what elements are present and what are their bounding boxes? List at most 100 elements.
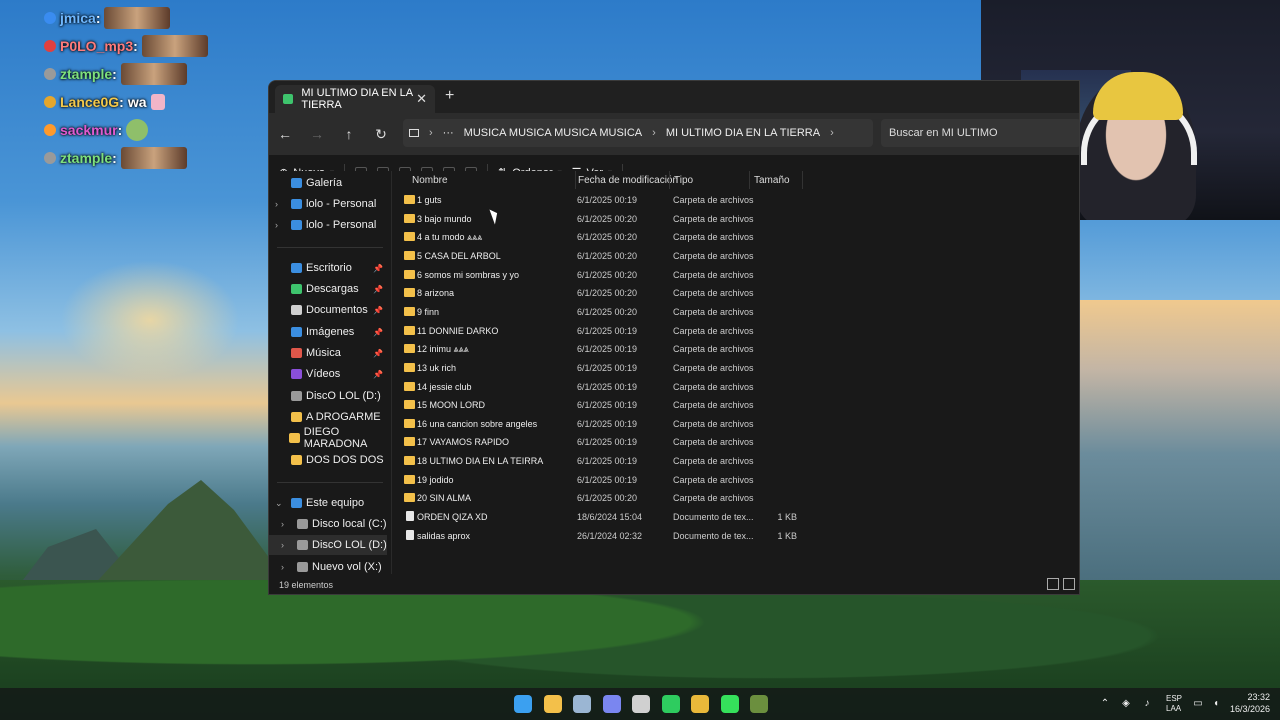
pig-emote <box>104 7 171 29</box>
chatgpt-icon[interactable] <box>632 695 650 713</box>
kick-icon[interactable] <box>720 695 739 713</box>
folder-row[interactable]: 15 MOON LORD 6/1/2025 00:19 Carpeta de arc… <box>402 396 802 414</box>
sidebar-item[interactable]: A DROGARME <box>269 407 387 427</box>
breadcrumb-overflow[interactable]: ··· <box>443 127 454 139</box>
minecraft-icon[interactable] <box>750 695 768 713</box>
sidebar-item[interactable]: › lolo - Personal <box>269 194 387 214</box>
sidebar-item[interactable]: › DiscO LOL (D:) <box>269 535 387 555</box>
file-type: Carpeta de archivos <box>673 437 754 448</box>
pin-icon: 📌 <box>373 263 383 273</box>
column-name[interactable]: Nombre <box>412 175 448 186</box>
sidebar-item[interactable]: Música 📌 <box>269 343 387 363</box>
folder-row[interactable]: 5 CASA DEL ARBOL 6/1/2025 00:20 Carpeta de… <box>402 247 802 265</box>
chrome-icon[interactable] <box>691 695 709 713</box>
column-type[interactable]: Tipo <box>674 175 693 186</box>
file-name: 1 guts <box>417 195 442 205</box>
sidebar-item[interactable]: Escritorio 📌 <box>269 258 387 278</box>
show-hidden-icons[interactable]: ⌃ <box>1099 698 1111 710</box>
close-tab-icon[interactable]: ✕ <box>416 91 427 107</box>
column-divider[interactable] <box>575 171 576 189</box>
chat-message: ztample: <box>44 60 264 88</box>
new-tab-button[interactable]: + <box>445 87 454 105</box>
folder-row[interactable]: 3 bajo mundo 6/1/2025 00:20 Carpeta de arc… <box>402 210 802 228</box>
folder-icon <box>404 232 415 242</box>
folder-row[interactable]: 18 ULTIMO DIA EN LA TEIRRA 6/1/2025 00:19… <box>402 452 802 470</box>
sidebar-item[interactable]: › Disco local (C:) <box>269 514 387 534</box>
chevron-icon[interactable]: › <box>281 540 293 550</box>
chevron-icon[interactable]: › <box>281 562 293 572</box>
column-divider[interactable] <box>802 171 803 189</box>
start-icon[interactable] <box>514 695 532 713</box>
folder-row[interactable]: 17 VAYAMOS RAPIDO 6/1/2025 00:19 Carpeta d… <box>402 433 802 451</box>
up-button[interactable]: ↑ <box>333 126 365 142</box>
file-explorer-icon[interactable] <box>543 695 562 713</box>
sidebar-item[interactable]: DiscO LOL (D:) <box>269 386 387 406</box>
discord-icon[interactable] <box>602 695 621 713</box>
file-name: 5 CASA DEL ARBOL <box>417 250 501 261</box>
chevron-icon[interactable]: › <box>281 519 293 529</box>
chevron-icon[interactable]: › <box>275 220 287 230</box>
spotify-icon[interactable] <box>661 695 680 713</box>
sidebar-item-label: Documentos <box>306 304 368 316</box>
folder-row[interactable]: 16 una cancion sobre angeles 6/1/2025 00:… <box>402 415 802 433</box>
chevron-icon[interactable]: › <box>275 199 287 209</box>
chat-text: wa <box>127 94 147 110</box>
chevron-icon[interactable]: ⌄ <box>275 498 287 509</box>
file-type: Carpeta de archivos <box>673 306 754 317</box>
volume-icon[interactable]: ◖ <box>1210 698 1222 710</box>
drive-icon <box>297 562 308 572</box>
file-row[interactable]: ORDEN QIZA XD 18/6/2024 15:04 Documento de… <box>402 508 802 526</box>
sidebar-item[interactable]: Documentos 📌 <box>269 300 387 320</box>
column-divider[interactable] <box>749 171 750 189</box>
tiles-view-icon[interactable] <box>1063 578 1075 590</box>
file-name: salidas aprox <box>417 530 471 541</box>
file-type: Carpeta de archivos <box>673 400 754 411</box>
folder-row[interactable]: 9 finn 6/1/2025 00:20 Carpeta de archivos <box>402 303 802 321</box>
search-input[interactable]: Buscar en MI ULTIMO <box>881 119 1079 147</box>
folder-row[interactable]: 8 arizona 6/1/2025 00:20 Carpeta de archiv… <box>402 284 802 302</box>
badge-icon <box>44 96 56 108</box>
breadcrumb-musica[interactable]: MUSICA MUSICA MUSICA MUSICA <box>464 127 642 139</box>
forward-button[interactable]: → <box>301 126 333 142</box>
column-date[interactable]: Fecha de modificación <box>578 175 678 186</box>
folder-icon <box>404 362 415 372</box>
folder-row[interactable]: 19 jodido 6/1/2025 00:19 Carpeta de archiv… <box>402 471 802 489</box>
folder-icon <box>291 412 302 422</box>
address-bar[interactable]: › ··· MUSICA MUSICA MUSICA MUSICA › MI U… <box>403 119 873 147</box>
sidebar-item[interactable]: DIEGO MARADONA <box>269 426 387 450</box>
sidebar-item[interactable]: DOS DOS DOS <box>269 450 387 470</box>
tab-current-folder[interactable]: MI ULTIMO DIA EN LA TIERRA ✕ <box>275 85 435 113</box>
language-indicator[interactable]: ESP LAA <box>1166 694 1182 714</box>
file-type: Carpeta de archivos <box>673 232 754 243</box>
breadcrumb-current[interactable]: MI ULTIMO DIA EN LA TIERRA <box>666 127 820 139</box>
sidebar-item[interactable]: › Nuevo vol (X:) <box>269 557 387 577</box>
folder-row[interactable]: 11 DONNIE DARKO 6/1/2025 00:19 Carpeta de … <box>402 322 802 340</box>
folder-row[interactable]: 20 SIN ALMA 6/1/2025 00:20 Carpeta de arch… <box>402 489 802 507</box>
security-icon[interactable]: ◈ <box>1120 698 1132 710</box>
folder-row[interactable]: 12 inimu ⩓⩓⩓ 6/1/2025 00:19 Carpeta de arc… <box>402 340 802 358</box>
sidebar-item[interactable]: ⌄ Este equipo <box>269 493 387 513</box>
sidebar-item[interactable]: › lolo - Personal <box>269 215 387 235</box>
chat-username: ztample <box>60 66 113 82</box>
file-row[interactable]: salidas aprox 26/1/2024 02:32 Documento de… <box>402 527 802 545</box>
chat-separator: : <box>112 150 117 166</box>
back-button[interactable]: ← <box>269 126 301 142</box>
steam-icon[interactable] <box>573 695 591 713</box>
column-divider[interactable] <box>669 171 670 189</box>
refresh-button[interactable]: ↻ <box>365 126 397 143</box>
folder-row[interactable]: 13 uk rich 6/1/2025 00:19 Carpeta de archi… <box>402 359 802 377</box>
folder-row[interactable]: 6 somos mi sombras y yo 6/1/2025 00:20 Car… <box>402 266 802 284</box>
folder-row[interactable]: 14 jessie club 6/1/2025 00:19 Carpeta de a… <box>402 378 802 396</box>
microphone-icon[interactable]: ♪ <box>1141 698 1153 710</box>
sidebar-item[interactable]: Galería <box>269 173 387 193</box>
sidebar-item[interactable]: Descargas 📌 <box>269 279 387 299</box>
sidebar-item[interactable]: Vídeos 📌 <box>269 364 387 384</box>
folder-row[interactable]: 1 guts 6/1/2025 00:19 Carpeta de archivos <box>402 191 802 209</box>
details-view-icon[interactable] <box>1047 578 1059 590</box>
folder-row[interactable]: 4 a tu modo ⩓⩓⩓ 6/1/2025 00:20 Carpeta de … <box>402 228 802 246</box>
sidebar-item[interactable]: Imágenes 📌 <box>269 322 387 342</box>
clock[interactable]: 23:32 16/3/2026 <box>1230 691 1270 715</box>
column-size[interactable]: Tamaño <box>754 175 790 186</box>
network-icon[interactable]: ▭ <box>1192 698 1204 710</box>
chat-message: Lance0G: wa <box>44 88 264 116</box>
